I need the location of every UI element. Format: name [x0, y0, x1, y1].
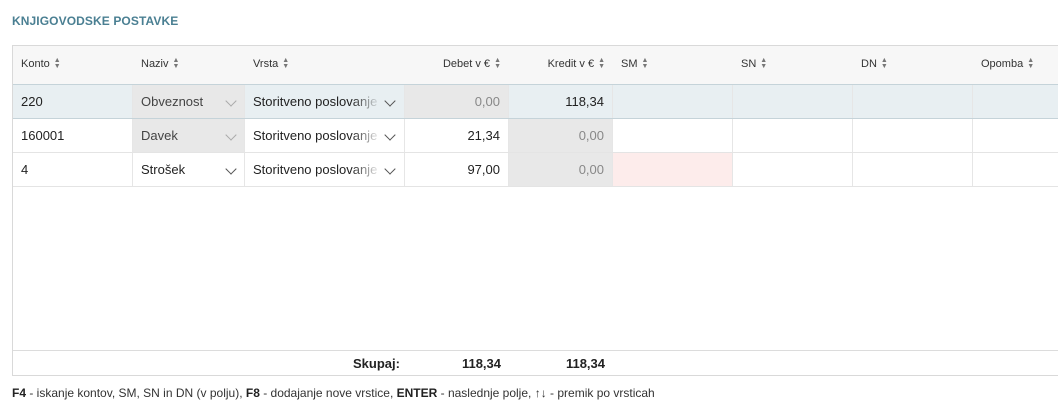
- opomba-cell[interactable]: [973, 153, 1058, 186]
- debet-cell[interactable]: 0,00: [405, 85, 509, 118]
- totals-row: Skupaj: 118,34 118,34: [13, 350, 1058, 375]
- naziv-value: Davek: [141, 128, 178, 143]
- sn-cell[interactable]: [733, 85, 853, 118]
- naziv-select[interactable]: Strošek: [133, 153, 245, 186]
- sort-icon: ▲ ▼: [641, 57, 649, 70]
- konto-cell[interactable]: 160001: [13, 119, 133, 152]
- col-header-konto[interactable]: Konto ▲ ▼: [13, 46, 133, 85]
- debet-cell[interactable]: 21,34: [405, 119, 509, 152]
- sn-cell[interactable]: [733, 119, 853, 152]
- sort-icon: ▲ ▼: [1027, 57, 1035, 70]
- dn-cell[interactable]: [853, 85, 973, 118]
- naziv-select[interactable]: Davek: [133, 119, 245, 152]
- dn-cell[interactable]: [853, 119, 973, 152]
- vrsta-select[interactable]: Storitveno poslovanje: [245, 119, 405, 152]
- opomba-cell[interactable]: [973, 85, 1058, 118]
- kredit-cell[interactable]: 0,00: [509, 153, 613, 186]
- konto-cell[interactable]: 220: [13, 85, 133, 118]
- sort-icon: ▲ ▼: [880, 57, 888, 70]
- sm-cell[interactable]: [613, 153, 733, 186]
- sm-cell[interactable]: [613, 119, 733, 152]
- vrsta-select[interactable]: Storitveno poslovanje: [245, 85, 405, 118]
- kredit-cell[interactable]: 118,34: [509, 85, 613, 118]
- col-header-debet[interactable]: Debet v € ▲ ▼: [405, 46, 509, 85]
- dn-cell[interactable]: [853, 153, 973, 186]
- sn-cell[interactable]: [733, 153, 853, 186]
- table-row[interactable]: 220 Obveznost Storitveno poslovanje 0,00…: [13, 84, 1058, 119]
- col-header-sm[interactable]: SM ▲ ▼: [613, 46, 733, 85]
- section-title: KNJIGOVODSKE POSTAVKE: [12, 14, 179, 28]
- chevron-down-icon: [225, 129, 237, 141]
- col-header-vrsta[interactable]: Vrsta ▲ ▼: [245, 46, 405, 85]
- postings-grid: Konto ▲ ▼ Naziv ▲ ▼ Vrsta ▲ ▼ Debet v € ▲ ▼ Kred…: [12, 45, 1058, 376]
- sort-icon: ▲ ▼: [282, 57, 290, 70]
- col-header-opomba[interactable]: Opomba ▲ ▼: [973, 46, 1058, 85]
- chevron-down-icon: [225, 95, 237, 107]
- sm-cell[interactable]: [613, 85, 733, 118]
- totals-kredit: 118,34: [565, 356, 605, 371]
- totals-debet: 118,34: [461, 356, 501, 371]
- table-row[interactable]: 160001 Davek Storitveno poslovanje 21,34…: [13, 119, 1058, 153]
- sort-icon: ▲ ▼: [760, 57, 768, 70]
- kredit-cell[interactable]: 0,00: [509, 119, 613, 152]
- sort-icon: ▲ ▼: [494, 57, 501, 70]
- sort-icon: ▲ ▼: [172, 57, 180, 70]
- sort-icon: ▲ ▼: [53, 57, 61, 70]
- grid-header: Konto ▲ ▼ Naziv ▲ ▼ Vrsta ▲ ▼ Debet v € ▲ ▼ Kred…: [13, 46, 1058, 86]
- chevron-down-icon: [384, 163, 396, 175]
- chevron-down-icon: [225, 163, 237, 175]
- totals-label: Skupaj:: [353, 356, 400, 371]
- col-header-sn[interactable]: SN ▲ ▼: [733, 46, 853, 85]
- chevron-down-icon: [384, 129, 396, 141]
- keyboard-hint: F4 - iskanje kontov, SM, SN in DN (v pol…: [12, 386, 655, 400]
- naziv-value: Obveznost: [141, 94, 204, 109]
- debet-cell[interactable]: 97,00: [405, 153, 509, 186]
- konto-cell[interactable]: 4: [13, 153, 133, 186]
- table-row[interactable]: 4 Strošek Storitveno poslovanje 97,00 0,…: [13, 153, 1058, 187]
- naziv-select[interactable]: Obveznost: [133, 85, 245, 118]
- chevron-down-icon: [384, 95, 396, 107]
- col-header-kredit[interactable]: Kredit v € ▲ ▼: [509, 46, 613, 85]
- sort-icon: ▲ ▼: [598, 57, 605, 70]
- naziv-value: Strošek: [141, 162, 186, 177]
- col-header-dn[interactable]: DN ▲ ▼: [853, 46, 973, 85]
- opomba-cell[interactable]: [973, 119, 1058, 152]
- vrsta-select[interactable]: Storitveno poslovanje: [245, 153, 405, 186]
- col-header-naziv[interactable]: Naziv ▲ ▼: [133, 46, 245, 85]
